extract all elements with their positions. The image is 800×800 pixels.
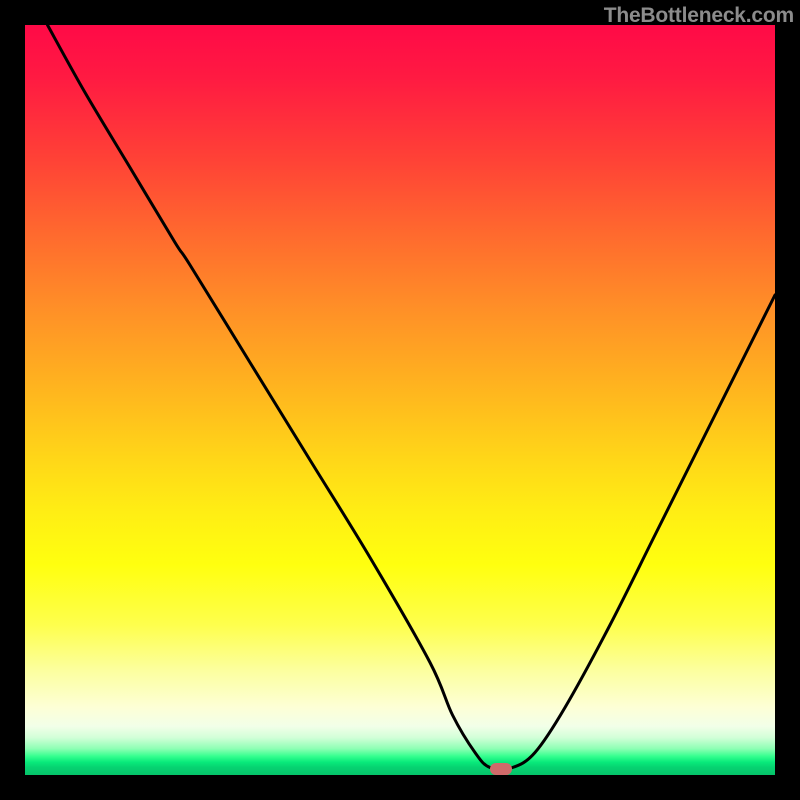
watermark-text: TheBottleneck.com (604, 4, 794, 28)
bottleneck-curve (25, 25, 775, 775)
optimum-marker (490, 763, 512, 775)
